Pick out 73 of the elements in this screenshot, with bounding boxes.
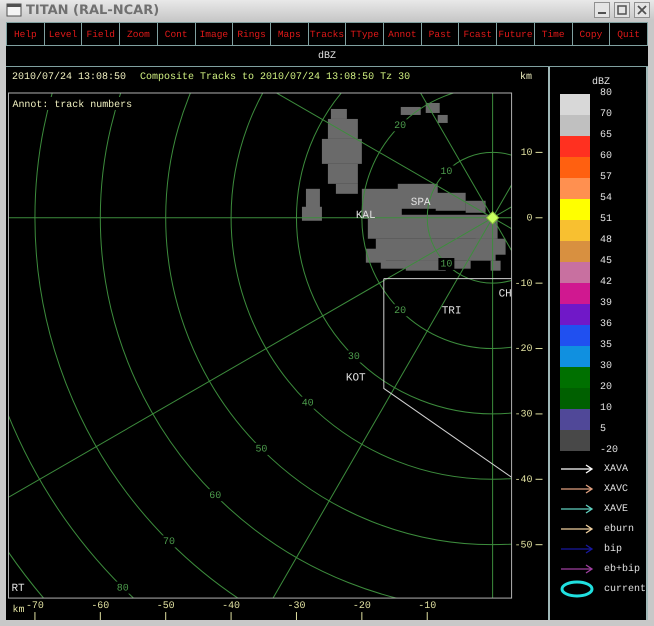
- range-ring-label: 20: [394, 120, 406, 131]
- menu-button[interactable]: Tracks: [308, 23, 346, 45]
- y-axis-label: -30: [514, 408, 533, 420]
- x-axis-label: -70: [26, 600, 44, 612]
- scale-label: 20: [600, 381, 612, 395]
- annotation-text: Annot: track numbers: [12, 98, 132, 110]
- track-type-label: eb+bip: [604, 564, 640, 574]
- window-icon: [6, 3, 22, 17]
- close-button[interactable]: [634, 2, 650, 18]
- x-axis-label: -50: [156, 600, 175, 612]
- minimize-icon: [598, 12, 606, 14]
- units-label: km: [520, 72, 532, 84]
- y-axis-label: -20: [514, 343, 533, 354]
- scale-label: 35: [600, 339, 612, 353]
- x-axis-label: -60: [91, 600, 110, 612]
- scale-label: 45: [600, 255, 612, 269]
- scale-label: 70: [600, 108, 612, 122]
- range-ring-label: 10: [440, 258, 452, 270]
- menu-button[interactable]: Future: [496, 23, 534, 45]
- scale-label: 54: [600, 192, 612, 206]
- place-label: RT: [11, 583, 25, 596]
- scale-label: 42: [600, 276, 612, 290]
- range-ring-label: 20: [394, 304, 406, 316]
- place-label: SPA: [410, 196, 430, 209]
- scale-label: 36: [600, 318, 612, 332]
- y-axis-label: -10: [514, 278, 533, 289]
- place-label: KAL: [356, 210, 376, 222]
- plot-title: Composite Tracks to 2010/07/24 13:08:50 Tz 30: [140, 72, 410, 84]
- range-ring-label: 80: [116, 582, 129, 594]
- y-axis-label: 10: [520, 146, 533, 158]
- track-type-label: XAVC: [604, 484, 628, 494]
- scale-label: 60: [600, 150, 612, 164]
- range-ring-label: 40: [302, 397, 314, 408]
- y-axis-label: -50: [514, 539, 533, 550]
- range-ring-label: 60: [209, 490, 222, 501]
- maximize-icon: [617, 5, 627, 15]
- range-ring-label: 70: [163, 536, 175, 547]
- track-type-label: eburn: [604, 524, 634, 534]
- y-axis-label: 0: [526, 212, 533, 224]
- x-axis-label: -10: [418, 600, 436, 612]
- range-ring-label: 50: [255, 444, 268, 455]
- track-type-label: XAVE: [604, 504, 628, 514]
- x-axis-label: -40: [222, 600, 240, 612]
- radar-site-icon: [486, 211, 500, 224]
- scale-label: 30: [600, 360, 612, 374]
- scale-label: 65: [600, 129, 612, 143]
- place-label: KOT: [346, 372, 366, 384]
- track-type-label: XAVA: [604, 464, 628, 474]
- maximize-button[interactable]: [614, 2, 630, 18]
- track-type-label: current: [604, 584, 646, 594]
- axis-units-label: km: [12, 604, 24, 616]
- scale-label: 39: [600, 297, 612, 311]
- range-ring-label: 30: [348, 351, 360, 362]
- scale-label: 5: [600, 423, 606, 437]
- scale-label: 80: [600, 87, 612, 101]
- scale-label: 48: [600, 234, 612, 248]
- window-title: TITAN (RAL-NCAR): [26, 2, 160, 18]
- range-ring-label: 10: [440, 166, 452, 178]
- x-axis-label: -30: [288, 600, 306, 612]
- place-label: TRI: [442, 306, 462, 318]
- legend-title: dBZ: [591, 77, 612, 88]
- scale-label: 51: [600, 213, 612, 227]
- field-label: dBZ: [318, 50, 336, 62]
- y-axis-label: -40: [514, 474, 533, 485]
- close-icon: [637, 5, 647, 15]
- scale-label: 10: [600, 402, 612, 416]
- place-label: CH: [498, 288, 512, 301]
- plot-time: 2010/07/24 13:08:50: [12, 72, 126, 84]
- scale-label: 57: [600, 171, 612, 185]
- minimize-button[interactable]: [594, 2, 610, 18]
- scale-label: -20: [600, 444, 618, 458]
- track-type-label: bip: [604, 544, 622, 554]
- x-axis-label: -20: [352, 600, 371, 612]
